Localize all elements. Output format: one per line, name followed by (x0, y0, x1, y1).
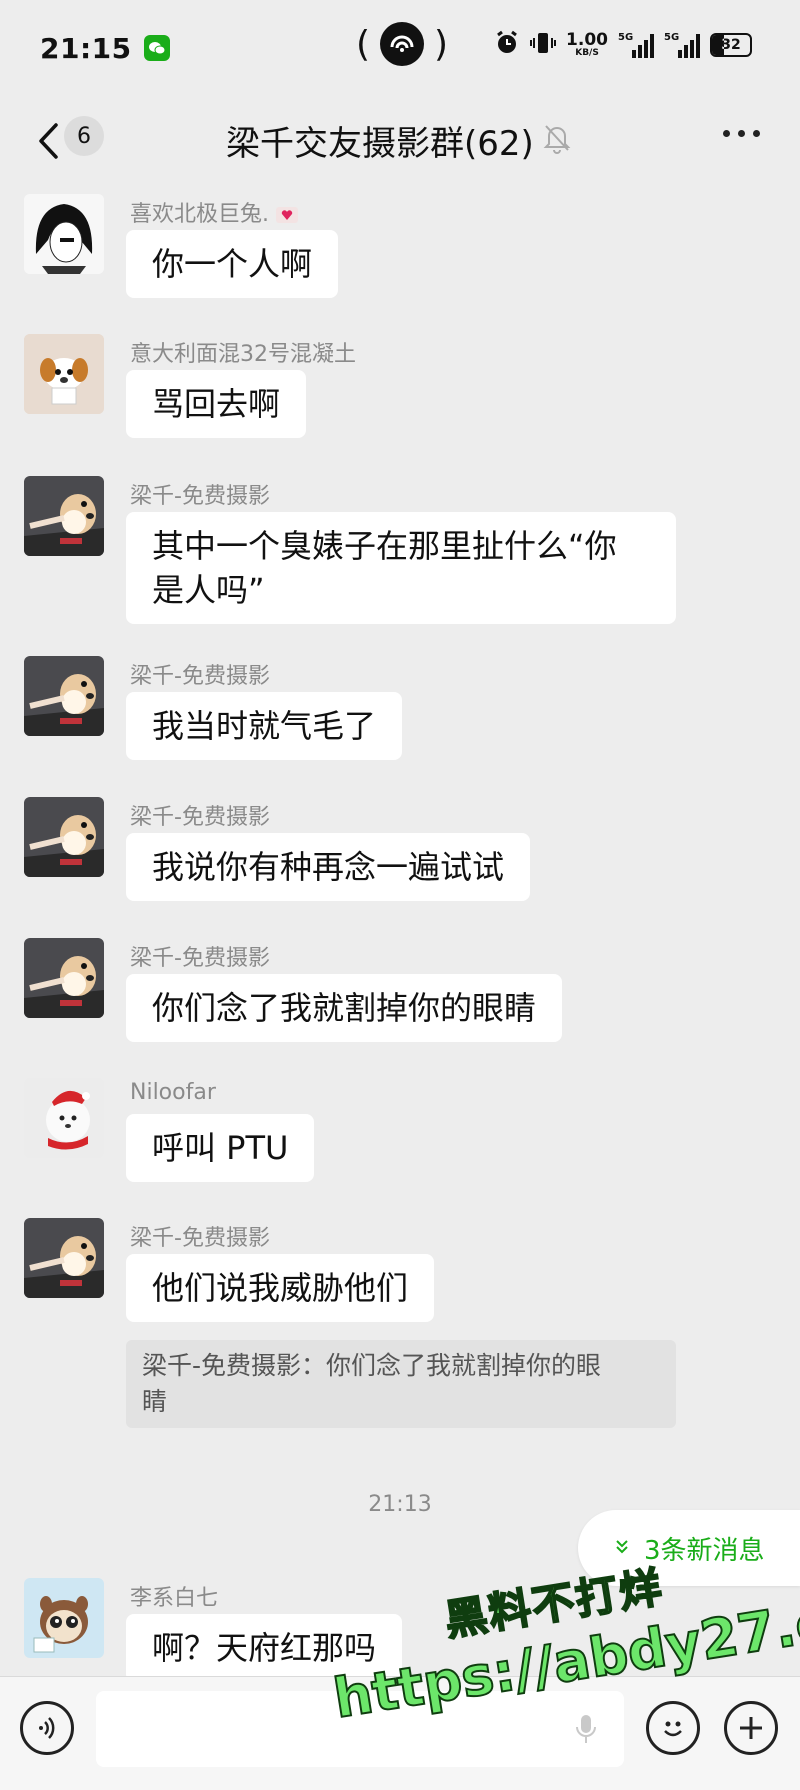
alarm-icon (494, 30, 520, 59)
message-bubble[interactable]: 呼叫 PTU (126, 1114, 315, 1182)
microphone-icon[interactable] (574, 1713, 598, 1751)
double-chevron-down-icon (614, 1536, 630, 1560)
more-actions-button[interactable] (724, 1701, 778, 1755)
signal-sim2-icon: 5G (664, 32, 700, 58)
sender-name: Niloofar (130, 1080, 216, 1105)
chevron-left-icon (39, 123, 58, 159)
back-button[interactable] (28, 118, 68, 164)
new-messages-label: 3条新消息 (644, 1535, 765, 1566)
message-bubble[interactable]: 他们说我威胁他们 (126, 1254, 435, 1322)
avatar[interactable] (24, 656, 104, 736)
battery-icon: 32 (710, 32, 752, 57)
message-text-line: 其中一个臭婊子在那里扯什么“你 (152, 527, 617, 565)
smiley-icon (664, 1721, 682, 1737)
heart-emoji-icon (276, 207, 298, 223)
avatar[interactable] (24, 1218, 104, 1298)
avatar[interactable] (24, 797, 104, 877)
emoji-button[interactable] (646, 1701, 700, 1755)
network-speed: 1.00 KB/S (566, 29, 608, 58)
message-text-line: 是人吗” (152, 571, 265, 609)
message-bubble[interactable]: 你们念了我就割掉你的眼睛 (126, 974, 563, 1042)
message-input[interactable] (96, 1691, 624, 1767)
mute-bell-icon (542, 122, 572, 158)
avatar[interactable] (24, 194, 104, 274)
sender-name: 喜欢北极巨兔. (130, 196, 298, 228)
page-title: 梁千交友摄影群(62) (226, 124, 534, 164)
chat-header: 6 梁千交友摄影群(62) (0, 96, 800, 186)
quote-text-line: 睛 (142, 1387, 168, 1416)
voice-icon (39, 1717, 55, 1739)
message-bubble[interactable]: 你一个人啊 (126, 230, 339, 298)
avatar[interactable] (24, 938, 104, 1018)
status-time: 21:15 (40, 31, 132, 65)
avatar[interactable] (24, 1578, 104, 1658)
avatar[interactable] (24, 1078, 104, 1158)
message-list[interactable]: 喜欢北极巨兔. 你一个人啊 意大利面混32号混凝土 骂回去啊 梁千-免费摄影 其… (0, 186, 800, 1676)
signal-sim1-icon: 5G (618, 32, 654, 58)
wechat-notification-icon (143, 35, 170, 61)
message-bubble[interactable]: 其中一个臭婊子在那里扯什么“你 是人吗” (126, 512, 676, 624)
status-icons: 1.00 KB/S 5G 5G 32 (494, 30, 752, 59)
message-bubble[interactable]: 我当时就气毛了 (126, 692, 403, 760)
sender-name: 李系白七 (130, 1586, 219, 1611)
sender-name: 意大利面混32号混凝土 (130, 342, 356, 367)
more-options-button[interactable] (723, 130, 760, 137)
vibrate-icon (530, 30, 557, 59)
sender-name: 梁千-免费摄影 (130, 805, 270, 830)
input-bar (0, 1676, 800, 1790)
voice-input-button[interactable] (20, 1701, 74, 1755)
message-bubble[interactable]: 骂回去啊 (126, 370, 307, 438)
new-messages-button[interactable]: 3条新消息 (578, 1510, 800, 1586)
hotspot-icon (380, 22, 425, 66)
message-bubble[interactable]: 啊？天府红那吗 (126, 1614, 403, 1676)
sender-name: 梁千-免费摄影 (130, 1226, 270, 1251)
avatar[interactable] (24, 334, 104, 414)
sender-name: 梁千-免费摄影 (130, 484, 270, 509)
hotspot-indicator: ( ) (356, 22, 449, 66)
message-bubble[interactable]: 我说你有种再念一遍试试 (126, 833, 531, 901)
sender-name: 梁千-免费摄影 (130, 946, 270, 971)
quote-text-line: 梁千-免费摄影：你们念了我就割掉你的眼 (142, 1351, 602, 1380)
unread-count-badge[interactable]: 6 (64, 116, 104, 156)
avatar[interactable] (24, 476, 104, 556)
plus-icon (740, 1717, 762, 1739)
status-bar: 21:15 ( ) 1.00 KB/S 5G 5G 32 (0, 0, 800, 96)
sender-name: 梁千-免费摄影 (130, 664, 270, 689)
quoted-message[interactable]: 梁千-免费摄影：你们念了我就割掉你的眼 睛 (126, 1340, 676, 1428)
